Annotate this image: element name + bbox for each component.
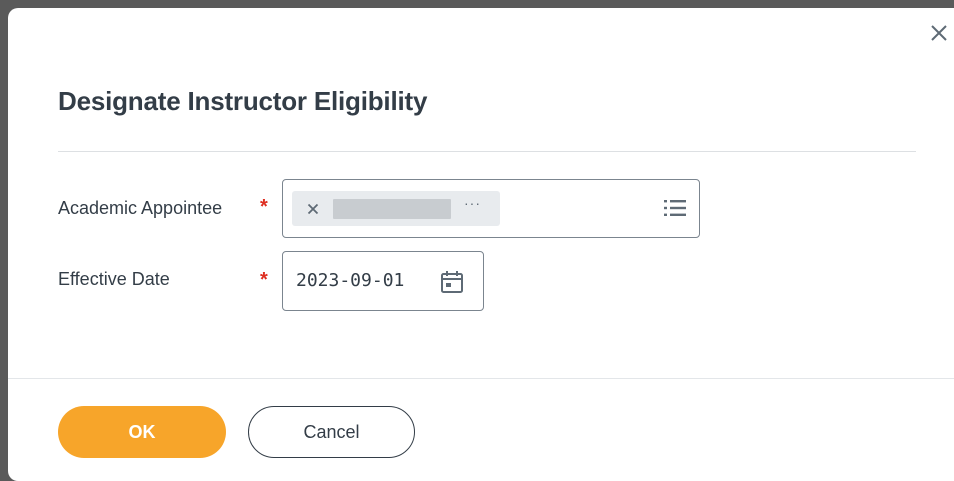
- dialog: Designate Instructor Eligibility Academi…: [8, 8, 954, 481]
- effective-date-label: Effective Date: [58, 269, 170, 289]
- academic-appointee-label: Academic Appointee: [58, 198, 223, 218]
- more-options-icon[interactable]: ···: [464, 195, 481, 211]
- required-indicator: *: [260, 269, 268, 291]
- effective-date-value[interactable]: 2023-09-01: [296, 270, 404, 291]
- ok-button[interactable]: OK: [58, 406, 226, 458]
- academic-appointee-input[interactable]: ···: [282, 179, 700, 238]
- selected-item-pill[interactable]: ···: [292, 191, 500, 226]
- list-icon[interactable]: [663, 197, 687, 219]
- selected-item-text: [333, 199, 451, 219]
- divider: [58, 151, 916, 152]
- calendar-icon[interactable]: [439, 269, 465, 295]
- close-icon[interactable]: [305, 201, 321, 217]
- dialog-title: Designate Instructor Eligibility: [58, 86, 428, 116]
- effective-date-input[interactable]: 2023-09-01: [282, 251, 484, 311]
- close-icon[interactable]: [928, 22, 950, 44]
- cancel-button[interactable]: Cancel: [248, 406, 415, 458]
- required-indicator: *: [260, 196, 268, 218]
- footer-divider: [8, 378, 954, 379]
